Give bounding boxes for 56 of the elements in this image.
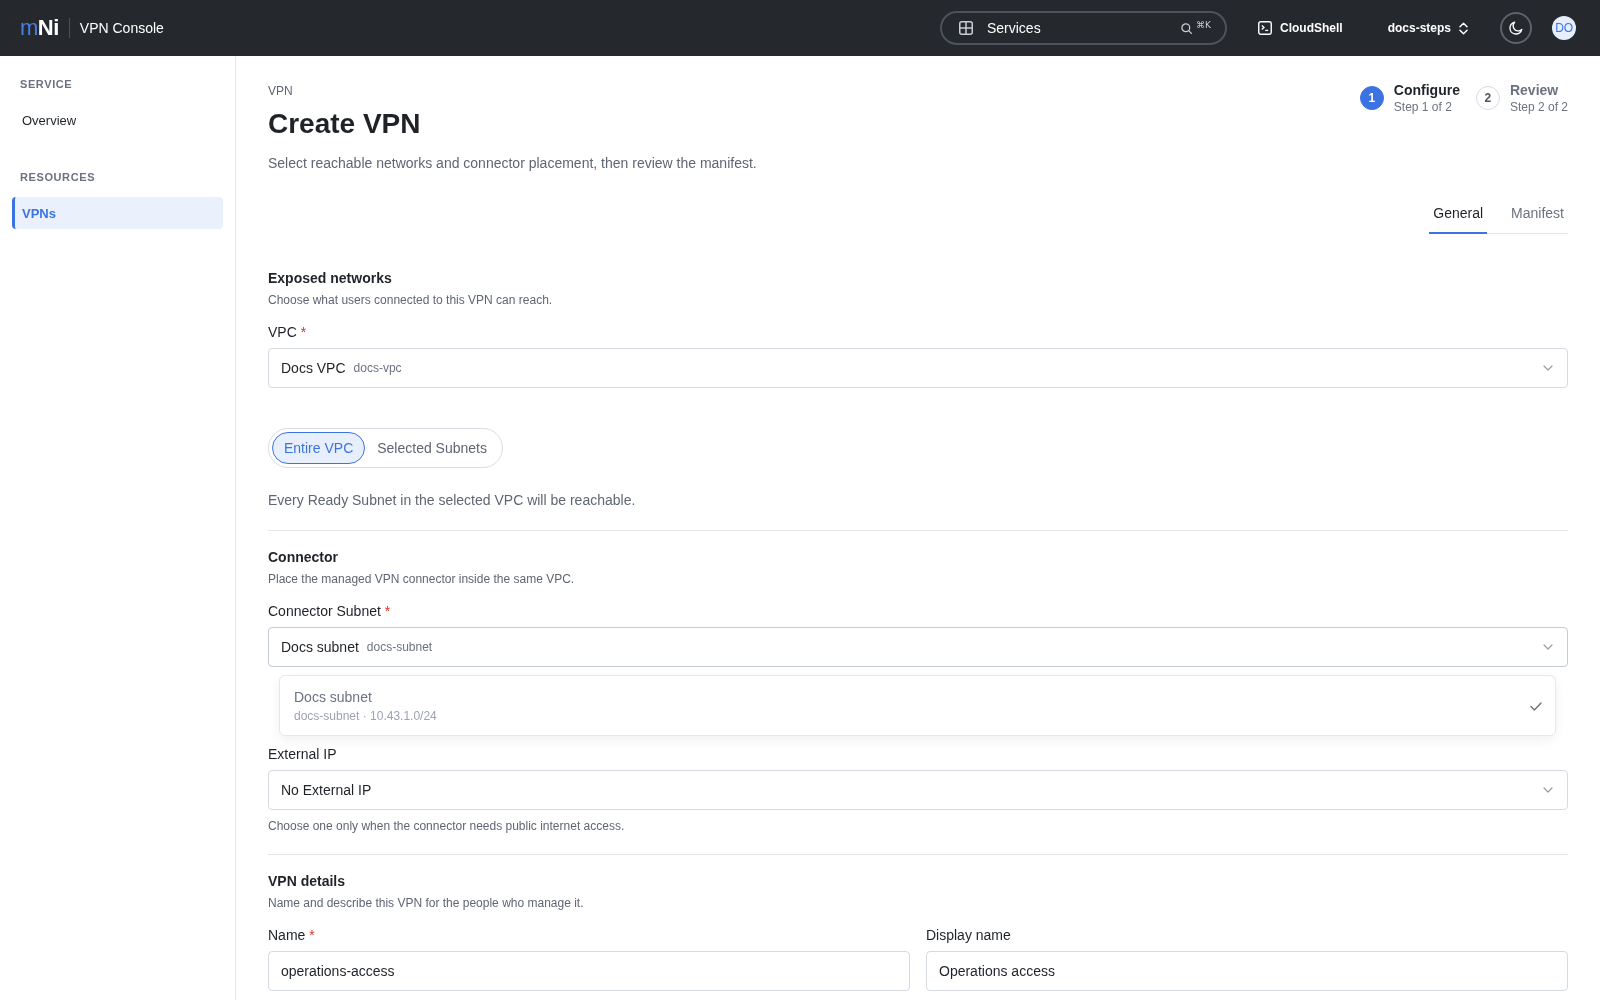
field-label: Connector Subnet [268,602,381,621]
check-icon [1530,701,1542,711]
dropdown-option[interactable]: Docs subnet docs-subnet · 10.43.1.0/24 [294,688,1542,724]
step-number: 2 [1475,86,1500,110]
segment-option[interactable]: Entire VPC [272,432,366,464]
step-caption: Step 1 of 2 [1393,99,1453,115]
section-title: Exposed networks [268,269,393,288]
tab[interactable]: Manifest [1507,193,1568,234]
chevron-down-icon [1543,644,1553,650]
sidebar-heading: RESOURCES [19,170,97,185]
sidebar-item[interactable]: Overview [12,104,223,136]
user-avatar[interactable]: DO [1552,16,1576,40]
select-field[interactable]: Docs VPC docs-vpc [268,348,1568,388]
section-description: Place the managed VPN connector inside the same VPC. [268,571,576,587]
step-number: 1 [1359,86,1384,110]
step-title: Configure [1393,81,1460,99]
tab[interactable]: General [1429,193,1488,234]
chevron-up-down-icon [1459,21,1468,35]
segment-option[interactable]: Selected Subnets [365,432,499,464]
app-title: VPN Console [79,20,164,36]
search-icon [1181,22,1193,34]
field-label: Name [268,926,306,945]
moon-icon [1509,21,1523,35]
required-mark: * [309,926,315,945]
services-search-button[interactable]: Services ⌘K [939,11,1227,45]
field-label: VPC [268,323,297,342]
page-title: Create VPN [268,107,422,141]
text-input[interactable]: Operations access [926,951,1568,991]
section-description: Name and describe this VPN for the people who manage it. [268,895,585,911]
brand-logo[interactable]: mNi [20,17,59,39]
sidebar-heading: SERVICE [19,77,74,92]
sidebar-item[interactable]: VPNs [12,197,223,229]
theme-toggle-button[interactable] [1500,12,1532,44]
section-description: Choose what users connected to this VPN can reach. [268,292,554,308]
required-mark: * [384,602,391,621]
text-input[interactable]: operations-access [268,951,910,991]
breadcrumb-link[interactable]: VPN [268,83,293,99]
field-label: External IP [268,745,337,764]
terminal-icon [1257,21,1272,35]
chevron-down-icon [1543,365,1553,371]
grid-icon [958,21,973,35]
field-label: Display name [926,926,1011,945]
helper-text: Choose one only when the connector needs public internet access. [268,818,626,834]
required-mark: * [300,323,307,342]
cloudshell-button[interactable]: CloudShell [1245,15,1355,41]
shortcut-hint: ⌘K [1196,20,1211,30]
select-field[interactable]: No External IP [268,770,1568,810]
helper-text: Every Ready Subnet in the selected VPC will be reachable. [268,491,637,510]
select-field[interactable]: Docs subnet docs-subnet [268,627,1568,667]
chevron-down-icon [1543,787,1553,793]
step-caption: Step 2 of 2 [1509,99,1568,115]
page-subtitle: Select reachable networks and connector placement, then review the manifest. [268,154,757,173]
step-title: Review [1509,81,1560,99]
project-selector[interactable]: docs-steps [1375,15,1480,41]
section-title: VPN details [268,872,347,891]
section-title: Connector [268,548,339,567]
